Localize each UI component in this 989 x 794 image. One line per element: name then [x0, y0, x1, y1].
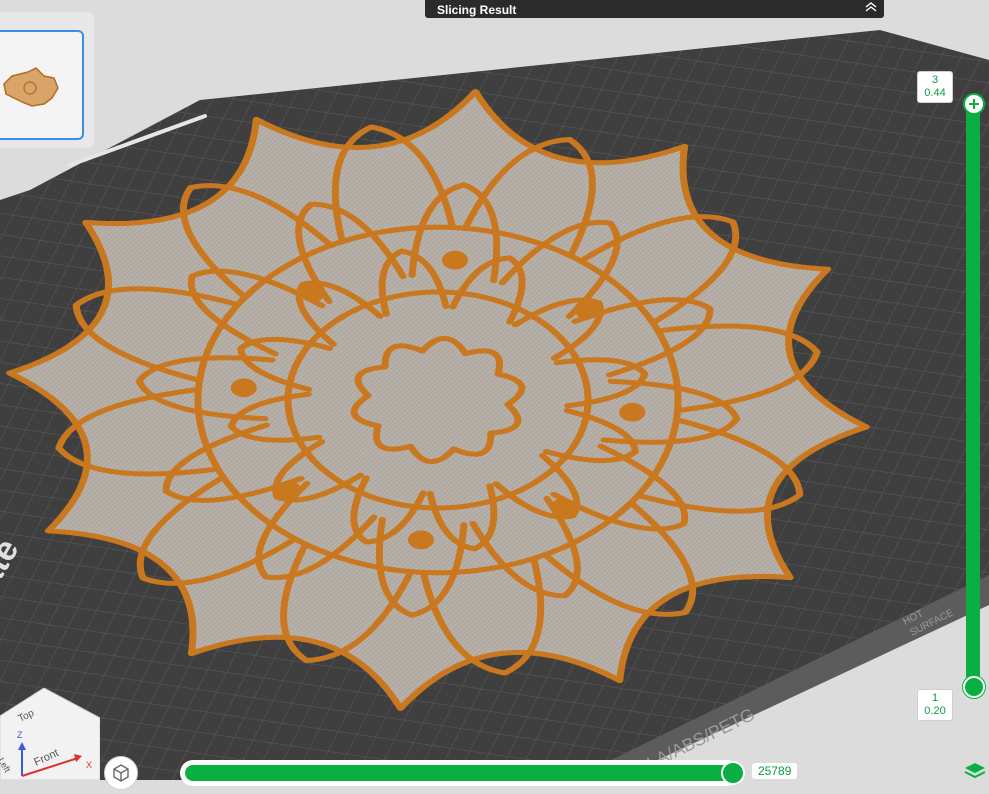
layer-bottom-number: 1	[931, 692, 939, 704]
layer-bottom-label: 1 0.20	[917, 689, 953, 721]
slicing-result-title: Slicing Result	[437, 3, 517, 17]
slicing-result-panel[interactable]: Slicing Result	[425, 0, 884, 18]
plate-thumbnail-image	[3, 67, 59, 107]
move-slider-fill	[185, 765, 730, 781]
axis-z-label: Z	[17, 730, 23, 740]
move-slider-handle[interactable]	[721, 761, 745, 785]
move-slider-value: 25789	[752, 763, 798, 779]
view-cube[interactable]: Top Front Left Z X	[0, 688, 100, 780]
plate-thumbnail[interactable]	[0, 30, 84, 140]
axis-x-label: X	[86, 760, 92, 770]
layer-bottom-height: 0.20	[924, 705, 946, 717]
layer-top-label: 3 0.44	[917, 71, 953, 103]
layer-bottom-handle[interactable]	[963, 676, 985, 698]
cube-view-icon	[113, 764, 129, 782]
cube-view-button[interactable]	[104, 756, 138, 790]
layer-top-height: 0.44	[924, 87, 946, 99]
layer-top-handle[interactable]	[963, 93, 985, 115]
layer-top-number: 3	[931, 74, 939, 86]
plate-list-panel	[0, 12, 94, 148]
layer-range-slider[interactable]	[966, 104, 980, 688]
3d-viewport[interactable]: PLA/ABS/PETG HOT SURFACE ate	[0, 0, 989, 780]
layers-icon[interactable]	[963, 762, 987, 780]
collapse-icon[interactable]	[864, 0, 878, 14]
